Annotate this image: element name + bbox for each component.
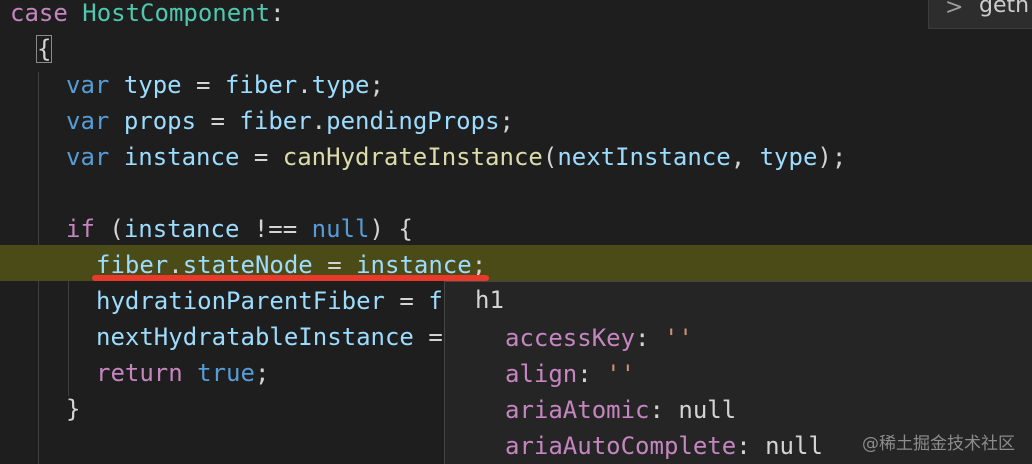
identifier: type bbox=[311, 71, 370, 99]
property-value: null bbox=[678, 396, 737, 424]
property-separator: : bbox=[649, 396, 679, 424]
property-separator: : bbox=[635, 324, 664, 352]
identifier: type bbox=[759, 143, 818, 171]
code-line: { bbox=[0, 31, 1032, 67]
hover-property-row[interactable]: align: '' bbox=[505, 356, 635, 392]
identifier: nextInstance bbox=[557, 143, 731, 171]
property-separator: : bbox=[577, 360, 607, 388]
punctuation: . bbox=[297, 71, 312, 99]
punctuation: ( bbox=[542, 143, 558, 171]
identifier: f bbox=[428, 287, 443, 315]
code-line: case HostComponent: bbox=[0, 0, 1032, 31]
hover-property-row[interactable]: ariaAutoComplete: null bbox=[505, 428, 823, 464]
property-key: ariaAutoComplete bbox=[505, 432, 737, 460]
keyword: return bbox=[96, 359, 183, 387]
punctuation: ; bbox=[499, 107, 514, 135]
identifier: hydrationParentFiber bbox=[96, 287, 385, 315]
property-value: '' bbox=[606, 360, 636, 388]
hover-title: h1 bbox=[475, 286, 504, 314]
identifier: pendingProps bbox=[326, 107, 500, 135]
punctuation: ; bbox=[369, 71, 384, 99]
identifier: props bbox=[123, 107, 197, 135]
function-name: canHydrateInstance bbox=[282, 143, 543, 171]
property-key: ariaAtomic bbox=[505, 396, 650, 424]
identifier: type bbox=[123, 71, 182, 99]
keyword: var bbox=[66, 71, 110, 99]
punctuation: ; bbox=[254, 359, 270, 387]
code-editor[interactable]: case HostComponent: { var type = fiber.t… bbox=[0, 0, 1032, 464]
punctuation: = bbox=[384, 287, 429, 315]
property-separator: : bbox=[736, 432, 766, 460]
identifier: nextHydratableInstance bbox=[96, 323, 414, 351]
keyword: var bbox=[66, 107, 110, 135]
punctuation: = bbox=[196, 107, 240, 135]
red-underline-annotation bbox=[92, 275, 489, 281]
closing-brace: } bbox=[66, 395, 81, 423]
punctuation: !== bbox=[239, 215, 312, 243]
hover-property-row[interactable]: accessKey: '' bbox=[505, 320, 693, 356]
punctuation: , bbox=[730, 143, 760, 171]
property-value: null bbox=[765, 432, 823, 460]
identifier: HostComponent bbox=[82, 0, 271, 27]
punctuation: ) { bbox=[369, 215, 413, 243]
identifier: instance bbox=[123, 215, 240, 243]
keyword: null bbox=[311, 215, 370, 243]
identifier: instance bbox=[123, 143, 240, 171]
code-line: var type = fiber.type; bbox=[0, 67, 1032, 103]
identifier: fiber bbox=[224, 71, 298, 99]
code-line: if (instance !== null) { bbox=[0, 211, 1032, 247]
keyword: case bbox=[10, 0, 68, 27]
punctuation: : bbox=[270, 0, 285, 27]
property-value: '' bbox=[663, 324, 693, 352]
punctuation: ); bbox=[817, 143, 847, 171]
chevron-right-icon: > bbox=[945, 0, 964, 20]
punctuation: . bbox=[311, 107, 327, 135]
breadcrumb[interactable]: > geth bbox=[928, 0, 1032, 29]
keyword: var bbox=[66, 143, 110, 171]
keyword: if bbox=[66, 215, 95, 243]
watermark: @稀土掘金技术社区 bbox=[862, 434, 1015, 454]
matched-brace: { bbox=[35, 35, 53, 63]
code-line: var props = fiber.pendingProps; bbox=[0, 103, 1032, 139]
hover-property-row[interactable]: ariaAtomic: null bbox=[505, 392, 736, 428]
property-key: align bbox=[505, 360, 578, 388]
code-line: var instance = canHydrateInstance(nextIn… bbox=[0, 139, 1032, 175]
property-key: accessKey bbox=[505, 324, 636, 352]
breadcrumb-item[interactable]: geth bbox=[979, 0, 1029, 17]
punctuation: = bbox=[181, 71, 225, 99]
punctuation: = bbox=[413, 323, 443, 351]
identifier: fiber bbox=[239, 107, 312, 135]
punctuation: ( bbox=[94, 215, 124, 243]
keyword: true bbox=[197, 359, 255, 387]
punctuation: = bbox=[239, 143, 283, 171]
